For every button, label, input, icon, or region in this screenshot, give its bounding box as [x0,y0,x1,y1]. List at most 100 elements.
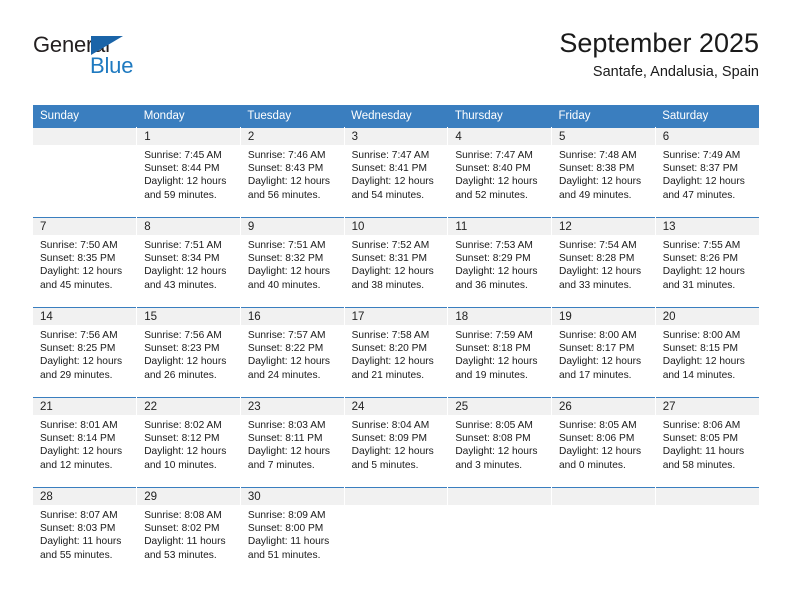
sunset-text: Sunset: 8:29 PM [455,253,531,265]
daylight-text-line2: and 56 minutes. [247,189,321,201]
day-cell[interactable]: 9 Sunrise: 7:51 AM Sunset: 8:32 PM Dayli… [240,217,345,308]
day-cell[interactable]: 24 Sunrise: 8:04 AM Sunset: 8:09 PM Dayl… [344,397,449,488]
sunrise-text: Sunrise: 7:49 AM [662,150,741,161]
day-cell[interactable]: 4 Sunrise: 7:47 AM Sunset: 8:40 PM Dayli… [447,127,553,218]
day-cell[interactable]: 15 Sunrise: 7:56 AM Sunset: 8:23 PM Dayl… [136,307,241,398]
daylight-text-line1: Daylight: 12 hours [662,176,745,188]
day-cell[interactable]: 12 Sunrise: 7:54 AM Sunset: 8:28 PM Dayl… [551,217,656,308]
day-number [552,488,655,505]
day-cell[interactable]: 14 Sunrise: 7:56 AM Sunset: 8:25 PM Dayl… [33,307,138,398]
daylight-text-line2: and 53 minutes. [144,549,217,561]
sunset-text: Sunset: 8:08 PM [455,433,531,445]
day-details: Sunrise: 8:07 AM Sunset: 8:03 PM Dayligh… [33,505,136,562]
sunrise-text: Sunrise: 8:08 AM [144,510,222,521]
day-cell[interactable]: 8 Sunrise: 7:51 AM Sunset: 8:34 PM Dayli… [136,217,241,308]
sunset-text: Sunset: 8:02 PM [144,523,220,535]
day-cell[interactable]: 23 Sunrise: 8:03 AM Sunset: 8:11 PM Dayl… [240,397,345,488]
day-cell[interactable]: 30 Sunrise: 8:09 AM Sunset: 8:00 PM Dayl… [240,487,345,578]
daylight-text-line1: Daylight: 12 hours [247,266,331,278]
day-number [344,488,448,505]
day-cell[interactable]: 2 Sunrise: 7:46 AM Sunset: 8:43 PM Dayli… [240,127,345,218]
daylight-text-line1: Daylight: 12 hours [455,266,538,278]
day-number: 22 [137,398,240,415]
sunset-text: Sunset: 8:28 PM [559,253,635,265]
weekday-header-row: Sunday Monday Tuesday Wednesday Thursday… [33,105,759,128]
day-details: Sunrise: 7:45 AM Sunset: 8:44 PM Dayligh… [137,145,240,202]
day-cell[interactable] [655,487,759,578]
calendar-page: General Blue September 2025 Santafe, And… [0,0,792,612]
day-cell[interactable]: 20 Sunrise: 8:00 AM Sunset: 8:15 PM Dayl… [655,307,759,398]
day-cell[interactable]: 17 Sunrise: 7:58 AM Sunset: 8:20 PM Dayl… [344,307,449,398]
day-details: Sunrise: 7:56 AM Sunset: 8:23 PM Dayligh… [137,325,240,382]
day-details: Sunrise: 7:51 AM Sunset: 8:34 PM Dayligh… [137,235,240,292]
daylight-text-line2: and 49 minutes. [559,189,632,201]
day-cell[interactable] [447,487,553,578]
day-cell[interactable]: 18 Sunrise: 7:59 AM Sunset: 8:18 PM Dayl… [447,307,553,398]
day-number [33,128,137,145]
page-subtitle: Santafe, Andalusia, Spain [592,64,759,81]
day-details [448,505,551,509]
sunset-text: Sunset: 8:06 PM [559,433,635,445]
day-cell[interactable]: 13 Sunrise: 7:55 AM Sunset: 8:26 PM Dayl… [655,217,759,308]
sunset-text: Sunset: 8:20 PM [351,343,427,355]
day-cell[interactable]: 11 Sunrise: 7:53 AM Sunset: 8:29 PM Dayl… [447,217,553,308]
day-cell[interactable]: 1 Sunrise: 7:45 AM Sunset: 8:44 PM Dayli… [136,127,241,218]
daylight-text-line1: Daylight: 12 hours [40,356,123,368]
day-details: Sunrise: 8:05 AM Sunset: 8:08 PM Dayligh… [448,415,551,472]
day-cell[interactable]: 27 Sunrise: 8:06 AM Sunset: 8:05 PM Dayl… [655,397,759,488]
day-cell[interactable]: 29 Sunrise: 8:08 AM Sunset: 8:02 PM Dayl… [136,487,241,578]
day-cell[interactable]: 28 Sunrise: 8:07 AM Sunset: 8:03 PM Dayl… [33,487,138,578]
sunrise-text: Sunrise: 7:55 AM [662,240,741,251]
sunrise-text: Sunrise: 7:46 AM [247,150,326,161]
day-cell[interactable]: 6 Sunrise: 7:49 AM Sunset: 8:37 PM Dayli… [655,127,759,218]
day-number: 26 [552,398,655,415]
sunrise-text: Sunrise: 7:50 AM [40,240,118,251]
daylight-text-line1: Daylight: 11 hours [144,536,226,548]
sunset-text: Sunset: 8:22 PM [247,343,324,355]
daylight-text-line2: and 45 minutes. [40,279,113,291]
sunset-text: Sunset: 8:03 PM [40,523,116,535]
day-details: Sunrise: 7:51 AM Sunset: 8:32 PM Dayligh… [241,235,344,292]
daylight-text-line2: and 58 minutes. [662,459,736,471]
sunrise-text: Sunrise: 8:02 AM [144,420,222,431]
day-number: 17 [344,308,448,325]
sunset-text: Sunset: 8:25 PM [40,343,116,355]
day-cell[interactable]: 10 Sunrise: 7:52 AM Sunset: 8:31 PM Dayl… [344,217,449,308]
day-cell[interactable]: 26 Sunrise: 8:05 AM Sunset: 8:06 PM Dayl… [551,397,656,488]
day-cell[interactable]: 3 Sunrise: 7:47 AM Sunset: 8:41 PM Dayli… [344,127,449,218]
day-cell[interactable] [33,127,138,218]
day-number: 28 [33,488,137,505]
daylight-text-line2: and 3 minutes. [455,459,523,471]
day-cell[interactable]: 16 Sunrise: 7:57 AM Sunset: 8:22 PM Dayl… [240,307,345,398]
day-cell[interactable]: 7 Sunrise: 7:50 AM Sunset: 8:35 PM Dayli… [33,217,138,308]
sunset-text: Sunset: 8:34 PM [144,253,220,265]
daylight-text-line2: and 38 minutes. [351,279,425,291]
day-details: Sunrise: 7:50 AM Sunset: 8:35 PM Dayligh… [33,235,136,292]
sunrise-text: Sunrise: 7:59 AM [455,330,533,341]
day-cell[interactable]: 19 Sunrise: 8:00 AM Sunset: 8:17 PM Dayl… [551,307,656,398]
day-number: 9 [240,218,344,235]
day-cell[interactable]: 21 Sunrise: 8:01 AM Sunset: 8:14 PM Dayl… [33,397,138,488]
daylight-text-line1: Daylight: 12 hours [455,176,538,188]
day-details: Sunrise: 7:59 AM Sunset: 8:18 PM Dayligh… [448,325,551,382]
week-row: 28 Sunrise: 8:07 AM Sunset: 8:03 PM Dayl… [33,487,759,578]
sunset-text: Sunset: 8:40 PM [455,163,531,175]
day-cell[interactable] [551,487,656,578]
sunrise-text: Sunrise: 7:52 AM [351,240,430,251]
daylight-text-line2: and 14 minutes. [662,369,736,381]
brand-logo[interactable]: General Blue [33,34,163,90]
day-number [655,488,759,505]
daylight-text-line2: and 40 minutes. [247,279,321,291]
day-details: Sunrise: 7:49 AM Sunset: 8:37 PM Dayligh… [656,145,759,202]
sunset-text: Sunset: 8:00 PM [247,523,324,535]
day-details: Sunrise: 7:48 AM Sunset: 8:38 PM Dayligh… [552,145,655,202]
sunset-text: Sunset: 8:15 PM [662,343,739,355]
day-cell[interactable]: 22 Sunrise: 8:02 AM Sunset: 8:12 PM Dayl… [136,397,241,488]
day-number: 6 [655,128,759,145]
sunset-text: Sunset: 8:32 PM [247,253,324,265]
day-cell[interactable]: 5 Sunrise: 7:48 AM Sunset: 8:38 PM Dayli… [551,127,656,218]
sunrise-text: Sunrise: 7:51 AM [247,240,326,251]
day-cell[interactable] [344,487,449,578]
day-cell[interactable]: 25 Sunrise: 8:05 AM Sunset: 8:08 PM Dayl… [447,397,553,488]
daylight-text-line2: and 19 minutes. [455,369,528,381]
